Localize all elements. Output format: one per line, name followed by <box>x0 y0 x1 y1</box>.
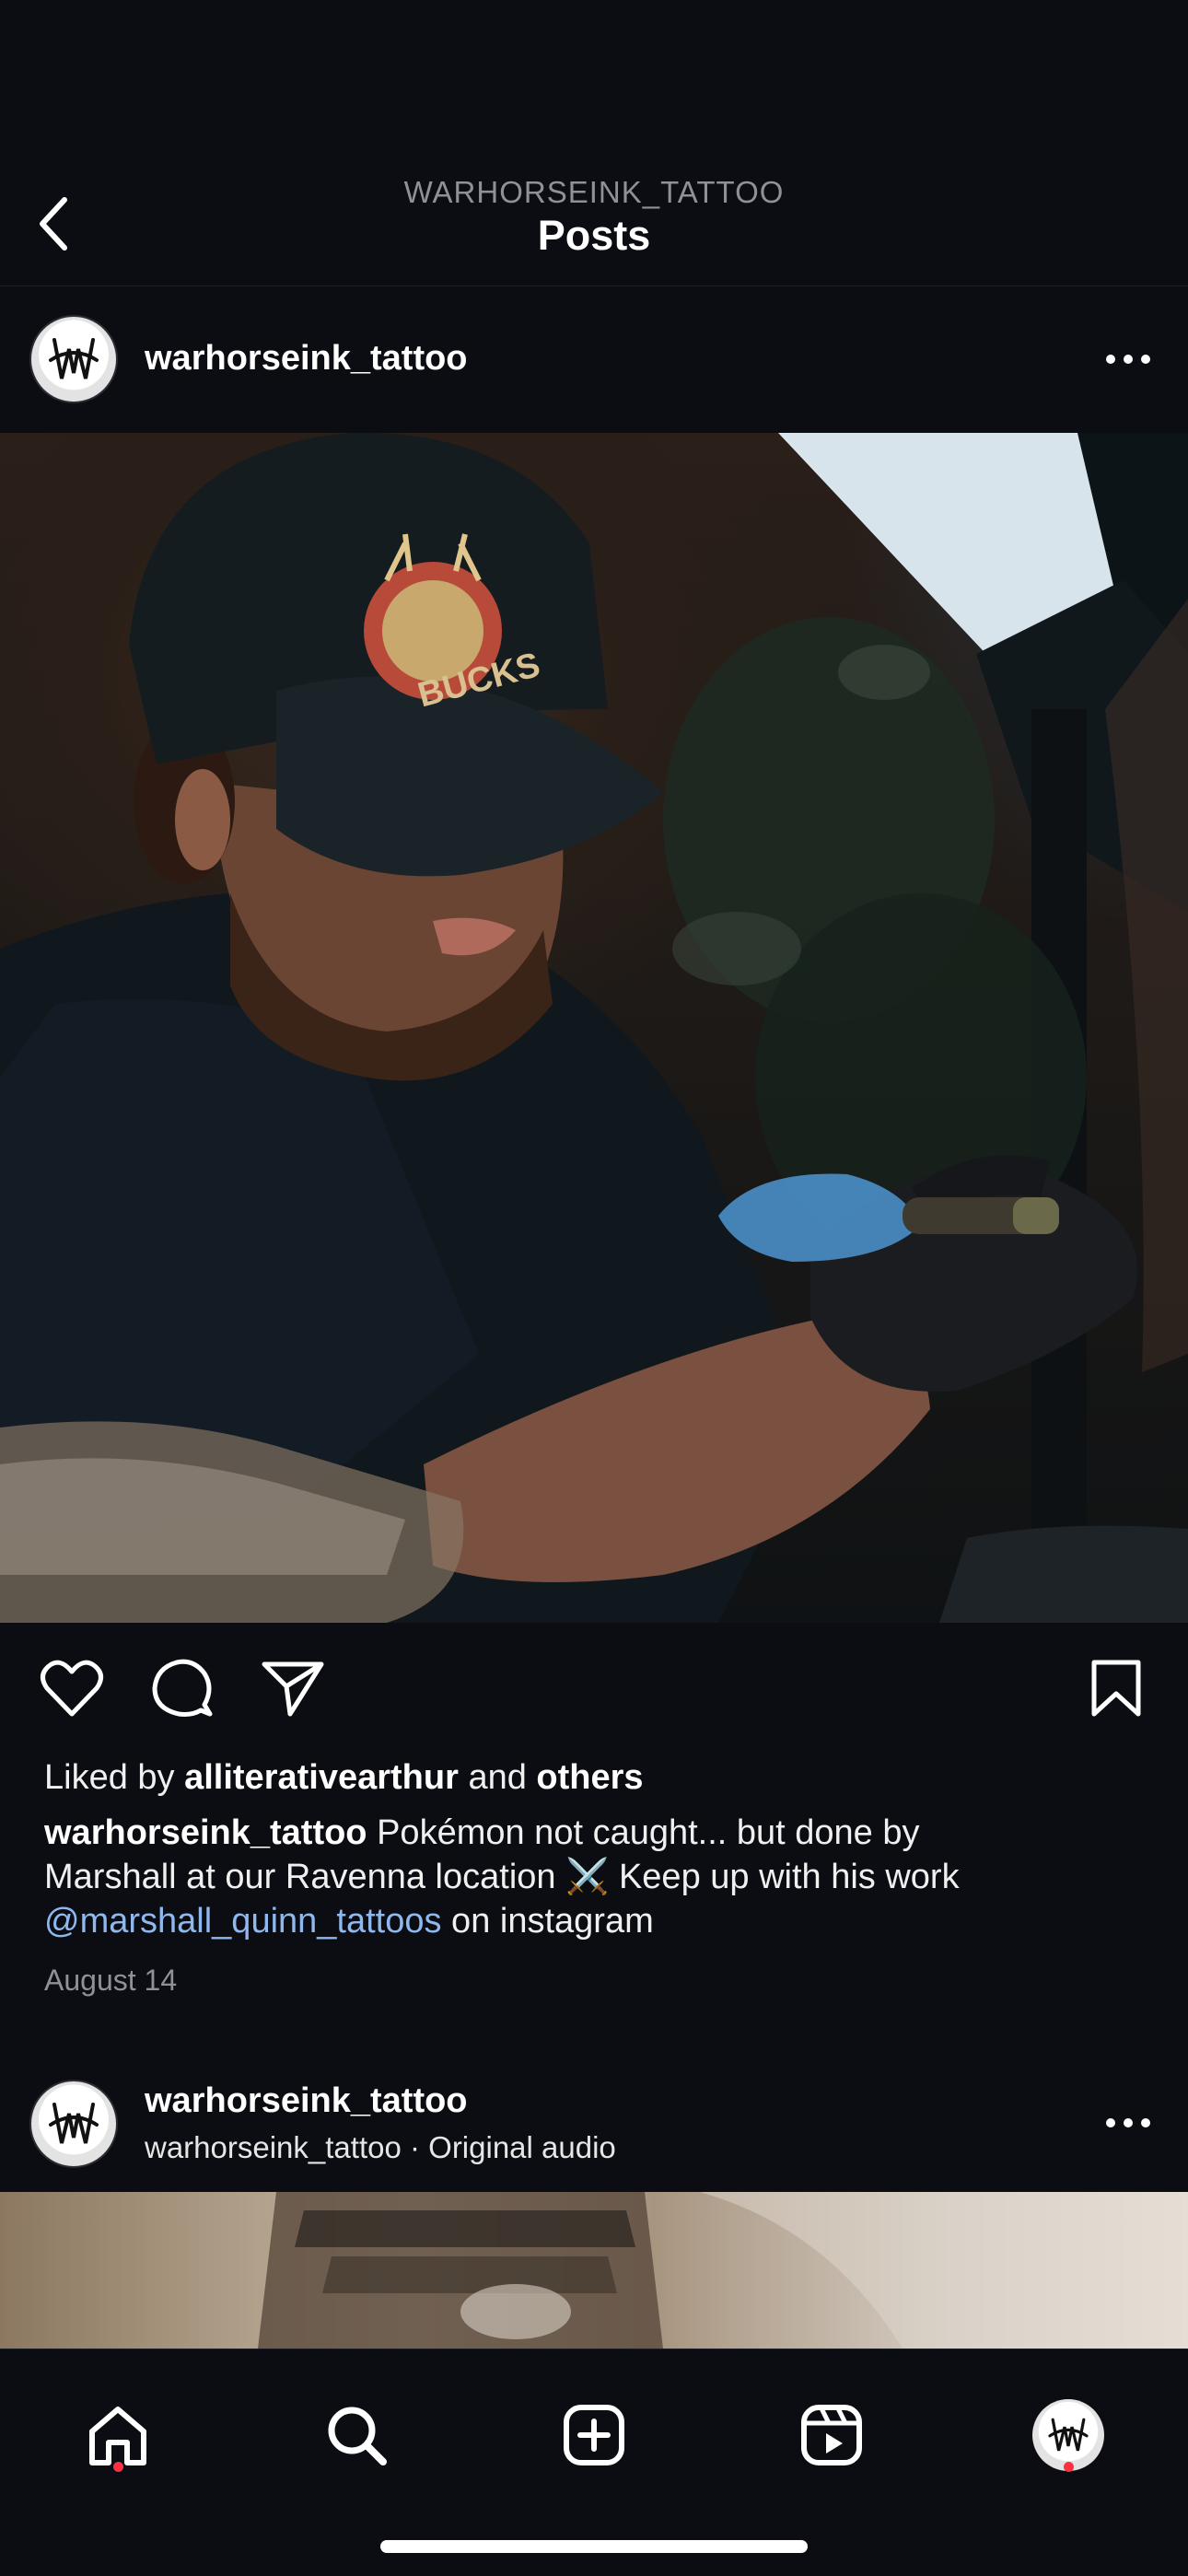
reels-icon <box>801 2405 862 2465</box>
plus-square-icon <box>564 2405 624 2465</box>
nav-create[interactable] <box>543 2384 645 2486</box>
nav-search[interactable] <box>306 2384 407 2486</box>
home-indicator[interactable] <box>380 2540 808 2553</box>
notification-dot <box>113 2462 123 2472</box>
page-title: Posts <box>537 212 651 259</box>
warhorse-logo-icon <box>49 2103 99 2144</box>
bookmark-icon <box>1091 1660 1141 1717</box>
liked-by-prefix: Liked by <box>44 1758 185 1797</box>
avatar[interactable] <box>29 2080 118 2168</box>
heart-icon <box>41 1660 103 1717</box>
nav-reels[interactable] <box>781 2384 882 2486</box>
post-username[interactable]: warhorseink_tattoo <box>145 339 468 379</box>
more-horizontal-icon <box>1106 2118 1150 2127</box>
caption-username[interactable]: warhorseink_tattoo <box>44 1813 367 1852</box>
header-account-name: WARHORSEINK_TATTOO <box>403 175 785 209</box>
comment-icon <box>152 1659 213 1717</box>
post-header-2: warhorseink_tattoo warhorseink_tattoo · … <box>0 2054 1188 2192</box>
share-button[interactable] <box>256 1651 330 1725</box>
post-caption: warhorseink_tattoo Pokémon not caught...… <box>44 1811 1168 1943</box>
caption-mention-link[interactable]: @marshall_quinn_tattoos <box>44 1902 442 1941</box>
caption-line-3: on instagram <box>441 1902 654 1941</box>
original-audio-link[interactable]: warhorseink_tattoo · Original audio <box>145 2130 616 2165</box>
likes-summary[interactable]: Liked by alliterativearthur and others <box>44 1755 644 1800</box>
send-icon <box>262 1661 324 1717</box>
tattoo-artist-photo: BUCKS <box>0 433 1188 1623</box>
avatar <box>1032 2399 1104 2471</box>
search-icon <box>328 2407 387 2465</box>
comment-button[interactable] <box>146 1651 219 1725</box>
more-options-button[interactable] <box>1096 2104 1160 2141</box>
liked-by-and: and <box>458 1758 537 1797</box>
caption-line-2: Marshall at our Ravenna location ⚔️ Keep… <box>44 1858 960 1896</box>
more-horizontal-icon <box>1106 355 1150 364</box>
like-button[interactable] <box>35 1651 109 1725</box>
home-icon <box>89 2407 146 2465</box>
post-photo-2[interactable] <box>0 2192 1188 2349</box>
more-options-button[interactable] <box>1096 341 1160 378</box>
warhorse-logo-icon <box>1048 2418 1089 2452</box>
notification-dot <box>1064 2462 1074 2472</box>
liked-by-user[interactable]: alliterativearthur <box>184 1758 459 1797</box>
post-username[interactable]: warhorseink_tattoo <box>145 2081 468 2121</box>
warhorse-logo-icon <box>49 338 99 379</box>
save-button[interactable] <box>1079 1651 1153 1725</box>
post-date: August 14 <box>44 1964 178 1997</box>
caption-line-1: Pokémon not caught... but done by <box>367 1813 920 1852</box>
tattoo-photo <box>258 2192 1188 2349</box>
avatar[interactable] <box>29 315 118 403</box>
post-header: warhorseink_tattoo <box>0 286 1188 433</box>
post-photo[interactable]: BUCKS <box>0 433 1188 1623</box>
liked-by-others[interactable]: others <box>536 1758 643 1797</box>
top-header: WARHORSEINK_TATTOO Posts <box>0 0 1188 286</box>
